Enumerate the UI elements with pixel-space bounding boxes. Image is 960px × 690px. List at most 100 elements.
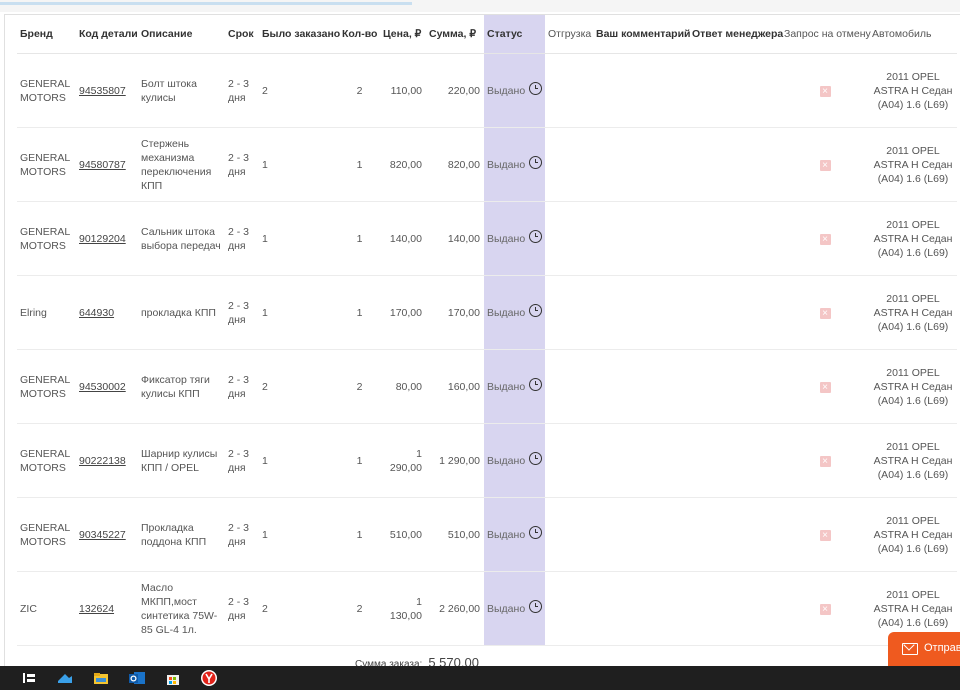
history-icon[interactable] — [529, 304, 543, 318]
app-icon[interactable] — [56, 669, 74, 687]
file-explorer-icon[interactable] — [92, 669, 110, 687]
yandex-browser-icon[interactable] — [200, 669, 218, 687]
cell-sum: 220,00 — [426, 53, 484, 128]
cell-desc: Стержень механизма переключения КПП — [138, 127, 225, 202]
col-qty[interactable]: Кол-во — [339, 15, 380, 54]
cell-brand: GENERAL MOTORS — [17, 497, 76, 572]
cancel-request-icon[interactable]: × — [819, 455, 831, 467]
cancel-request-icon[interactable]: × — [819, 85, 831, 97]
col-brand[interactable]: Бренд — [17, 15, 76, 54]
status-label: Выдано — [487, 84, 526, 97]
part-code-link[interactable]: 90345227 — [79, 529, 126, 541]
history-icon[interactable] — [529, 156, 543, 170]
cell-term: 2 - 3 дня — [225, 53, 259, 128]
cancel-request-icon[interactable]: × — [819, 233, 831, 245]
envelope-icon — [902, 643, 918, 655]
table-header: Бренд Код детали Описание Срок Было зака… — [17, 15, 957, 54]
history-icon[interactable] — [529, 526, 543, 540]
history-icon[interactable] — [529, 230, 543, 244]
history-icon[interactable] — [529, 600, 543, 614]
cell-sum: 2 260,00 — [426, 571, 484, 646]
cancel-request-icon[interactable]: × — [819, 381, 831, 393]
table-row: GENERAL MOTORS 90345227 Прокладка поддона … — [17, 497, 957, 572]
status-label: Выдано — [487, 232, 526, 245]
history-icon[interactable] — [529, 452, 543, 466]
cell-status: Выдано — [484, 127, 545, 202]
part-code-link[interactable]: 644930 — [79, 307, 114, 319]
cell-code[interactable]: 90129204 — [76, 201, 138, 276]
cancel-request-icon[interactable]: × — [819, 603, 831, 615]
order-table: Бренд Код детали Описание Срок Было зака… — [17, 15, 957, 646]
part-code-link[interactable]: 90222138 — [79, 455, 126, 467]
send-button[interactable]: Отправ — [888, 632, 960, 666]
cell-status: Выдано — [484, 571, 545, 646]
cell-desc: Прокладка поддона КПП — [138, 497, 225, 572]
cell-brand: Elring — [17, 275, 76, 350]
cell-manager-reply — [689, 53, 781, 128]
cell-brand: GENERAL MOTORS — [17, 201, 76, 276]
cell-brand: GENERAL MOTORS — [17, 53, 76, 128]
cell-cancel-request: × — [781, 423, 869, 498]
col-shipment: Отгрузка — [545, 15, 593, 54]
cell-cancel-request: × — [781, 201, 869, 276]
part-code-link[interactable]: 94535807 — [79, 85, 126, 97]
history-icon[interactable] — [529, 82, 543, 96]
col-code[interactable]: Код детали — [76, 15, 138, 54]
cell-code[interactable]: 94530002 — [76, 349, 138, 424]
cancel-request-icon[interactable]: × — [819, 529, 831, 541]
cell-price: 80,00 — [380, 349, 426, 424]
cell-status: Выдано — [484, 349, 545, 424]
cell-sum: 820,00 — [426, 127, 484, 202]
cancel-request-icon[interactable]: × — [819, 307, 831, 319]
part-code-link[interactable]: 132624 — [79, 603, 114, 615]
cell-brand: ZIC — [17, 571, 76, 646]
cell-ordered: 1 — [259, 497, 339, 572]
cell-code[interactable]: 90222138 — [76, 423, 138, 498]
table-row: GENERAL MOTORS 90129204 Сальник штока выбо… — [17, 201, 957, 276]
part-code-link[interactable]: 90129204 — [79, 233, 126, 245]
cell-status: Выдано — [484, 423, 545, 498]
part-code-link[interactable]: 94530002 — [79, 381, 126, 393]
cell-brand: GENERAL MOTORS — [17, 127, 76, 202]
cell-code[interactable]: 90345227 — [76, 497, 138, 572]
cell-qty: 1 — [339, 423, 380, 498]
status-label: Выдано — [487, 528, 526, 541]
cell-term: 2 - 3 дня — [225, 201, 259, 276]
col-status[interactable]: Статус — [484, 15, 545, 54]
cell-shipment — [545, 201, 593, 276]
cell-ordered: 1 — [259, 127, 339, 202]
cell-shipment — [545, 275, 593, 350]
cell-shipment — [545, 349, 593, 424]
cell-cancel-request: × — [781, 53, 869, 128]
part-code-link[interactable]: 94580787 — [79, 159, 126, 171]
cancel-request-icon[interactable]: × — [819, 159, 831, 171]
col-your-comment: Ваш комментарий — [593, 15, 691, 54]
cell-code[interactable]: 132624 — [76, 571, 138, 646]
cell-cancel-request: × — [781, 497, 869, 572]
col-price[interactable]: Цена, ₽ — [380, 15, 426, 54]
col-ordered[interactable]: Было заказано — [259, 15, 340, 54]
cell-code[interactable]: 94580787 — [76, 127, 138, 202]
order-panel: Бренд Код детали Описание Срок Было зака… — [4, 14, 960, 667]
task-view-icon[interactable] — [20, 669, 38, 687]
cell-price: 140,00 — [380, 201, 426, 276]
col-sum[interactable]: Сумма, ₽ — [426, 15, 484, 54]
cell-manager-reply — [689, 275, 781, 350]
cell-price: 510,00 — [380, 497, 426, 572]
table-row: GENERAL MOTORS 90222138 Шарнир кулисы КПП … — [17, 423, 957, 498]
cell-term: 2 - 3 дня — [225, 497, 259, 572]
cell-status: Выдано — [484, 497, 545, 572]
cell-code[interactable]: 94535807 — [76, 53, 138, 128]
cell-your-comment — [593, 127, 689, 202]
cell-ordered: 1 — [259, 275, 339, 350]
cell-code[interactable]: 644930 — [76, 275, 138, 350]
outlook-icon[interactable] — [128, 669, 146, 687]
col-term[interactable]: Срок — [225, 15, 259, 54]
cell-shipment — [545, 127, 593, 202]
store-icon[interactable] — [164, 669, 182, 687]
history-icon[interactable] — [529, 378, 543, 392]
cell-price: 1 130,00 — [380, 571, 426, 646]
col-desc[interactable]: Описание — [138, 15, 225, 54]
status-label: Выдано — [487, 158, 526, 171]
cell-desc: Фиксатор тяги кулисы КПП — [138, 349, 225, 424]
